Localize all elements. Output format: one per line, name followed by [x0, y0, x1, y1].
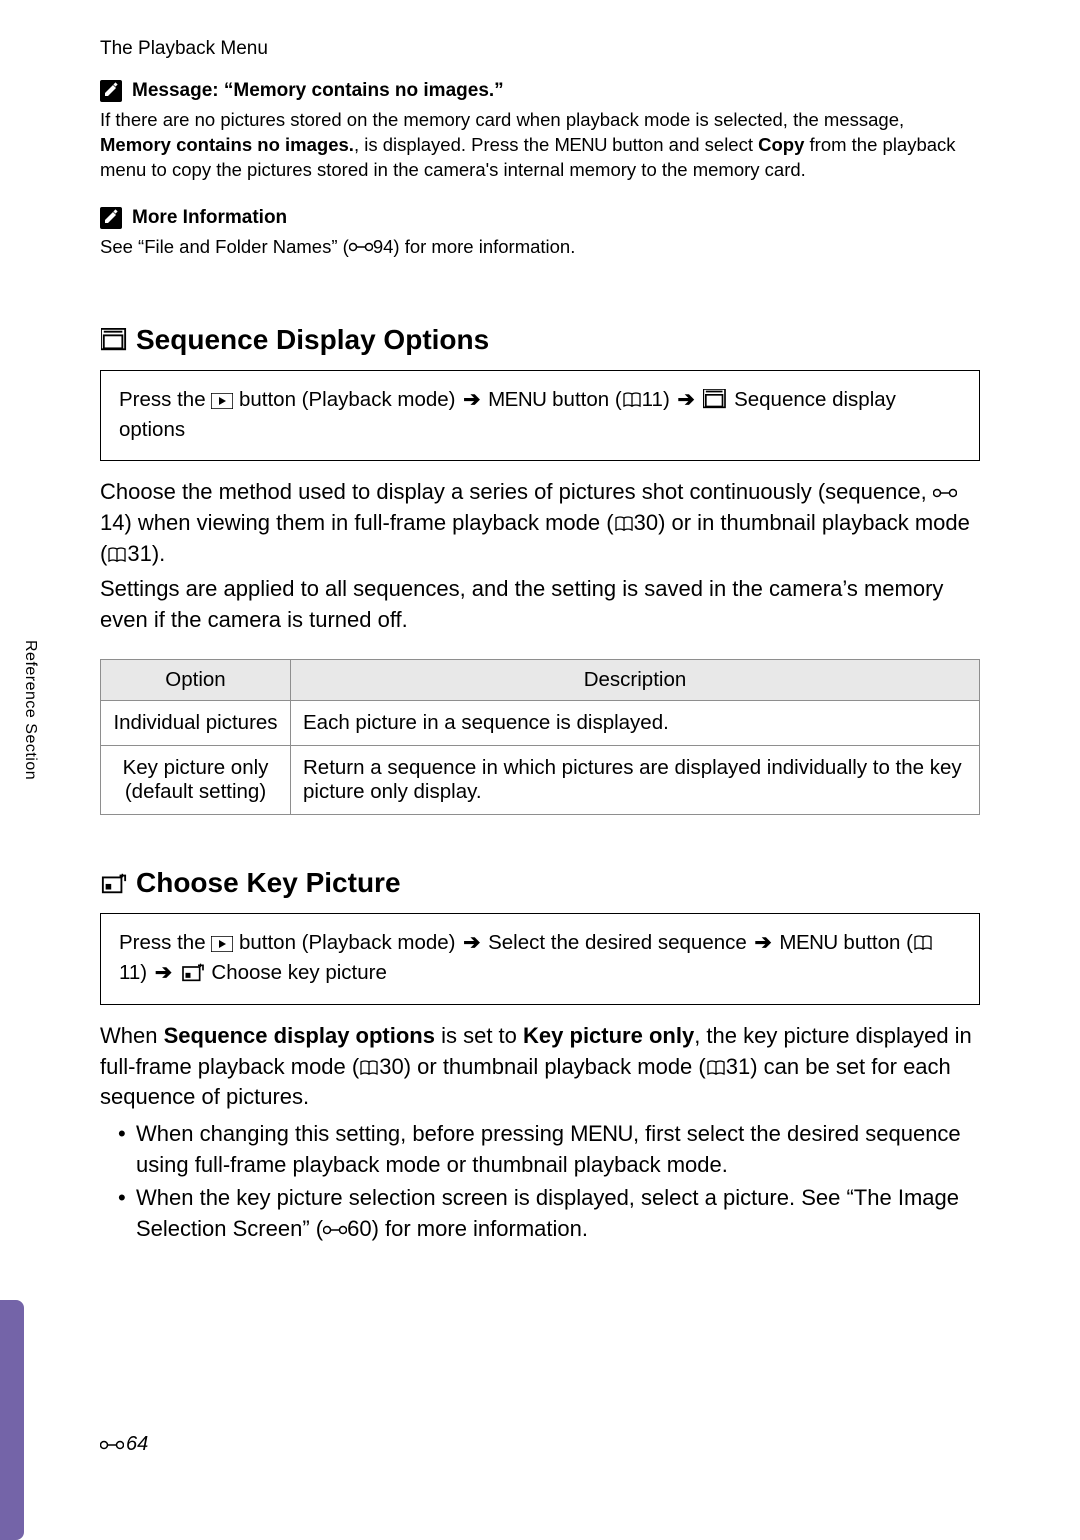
page-number: 64	[100, 1433, 148, 1456]
note-message-body: If there are no pictures stored on the m…	[100, 108, 980, 183]
page-number-value: 64	[126, 1433, 148, 1456]
navigation-path-sequence: Press the button (Playback mode) ➔ MENU …	[100, 370, 980, 461]
options-cell-description: Return a sequence in which pictures are …	[291, 746, 980, 815]
options-th-description: Description	[291, 660, 980, 701]
book-icon	[107, 547, 127, 563]
note-message-title: Message: “Memory contains no images.”	[100, 80, 980, 102]
key-picture-icon	[180, 962, 206, 982]
book-icon	[614, 516, 634, 532]
heading-sequence-display-text: Sequence Display Options	[136, 324, 489, 356]
options-cell-description: Each picture in a sequence is displayed.	[291, 701, 980, 746]
book-icon	[913, 935, 933, 951]
table-header-row: Option Description	[101, 660, 980, 701]
heading-choose-key-picture: Choose Key Picture	[100, 867, 980, 899]
options-cell-option: Key picture only (default setting)	[101, 746, 291, 815]
sequence-icon	[702, 389, 728, 409]
side-tab: Reference Section	[16, 640, 44, 1120]
options-th-option: Option	[101, 660, 291, 701]
reference-icon	[100, 1438, 124, 1452]
reference-icon	[349, 240, 373, 254]
list-item: When changing this setting, before press…	[118, 1119, 980, 1181]
playback-icon	[211, 392, 233, 410]
side-tab-label: Reference Section	[21, 640, 39, 780]
reference-icon	[933, 486, 957, 500]
key-picture-icon	[100, 870, 128, 896]
options-table: Option Description Individual pictures E…	[100, 659, 980, 815]
navigation-path-keypicture: Press the button (Playback mode) ➔ Selec…	[100, 913, 980, 1004]
side-tab-color	[0, 1300, 24, 1540]
book-icon	[359, 1060, 379, 1076]
section-label: The Playback Menu	[100, 38, 980, 60]
options-cell-option: Individual pictures	[101, 701, 291, 746]
heading-choose-key-picture-text: Choose Key Picture	[136, 867, 401, 899]
note-message-title-text: Message: “Memory contains no images.”	[132, 80, 504, 102]
book-icon	[706, 1060, 726, 1076]
table-row: Key picture only (default setting) Retur…	[101, 746, 980, 815]
heading-sequence-display: Sequence Display Options	[100, 324, 980, 356]
note-moreinfo-title-text: More Information	[132, 207, 287, 229]
note-moreinfo-title: More Information	[100, 207, 980, 229]
reference-icon	[323, 1223, 347, 1237]
book-icon	[622, 392, 642, 408]
sequence-description-1: Choose the method used to display a seri…	[100, 477, 980, 569]
pencil-icon	[100, 207, 122, 229]
table-row: Individual pictures Each picture in a se…	[101, 701, 980, 746]
playback-icon	[211, 935, 233, 953]
keypicture-bullets: When changing this setting, before press…	[100, 1119, 980, 1244]
list-item: When the key picture selection screen is…	[118, 1183, 980, 1245]
sequence-icon	[100, 327, 128, 353]
pencil-icon	[100, 80, 122, 102]
note-moreinfo-body: See “File and Folder Names” (94) for mor…	[100, 235, 980, 260]
keypicture-description: When Sequence display options is set to …	[100, 1021, 980, 1113]
sequence-description-2: Settings are applied to all sequences, a…	[100, 574, 980, 636]
